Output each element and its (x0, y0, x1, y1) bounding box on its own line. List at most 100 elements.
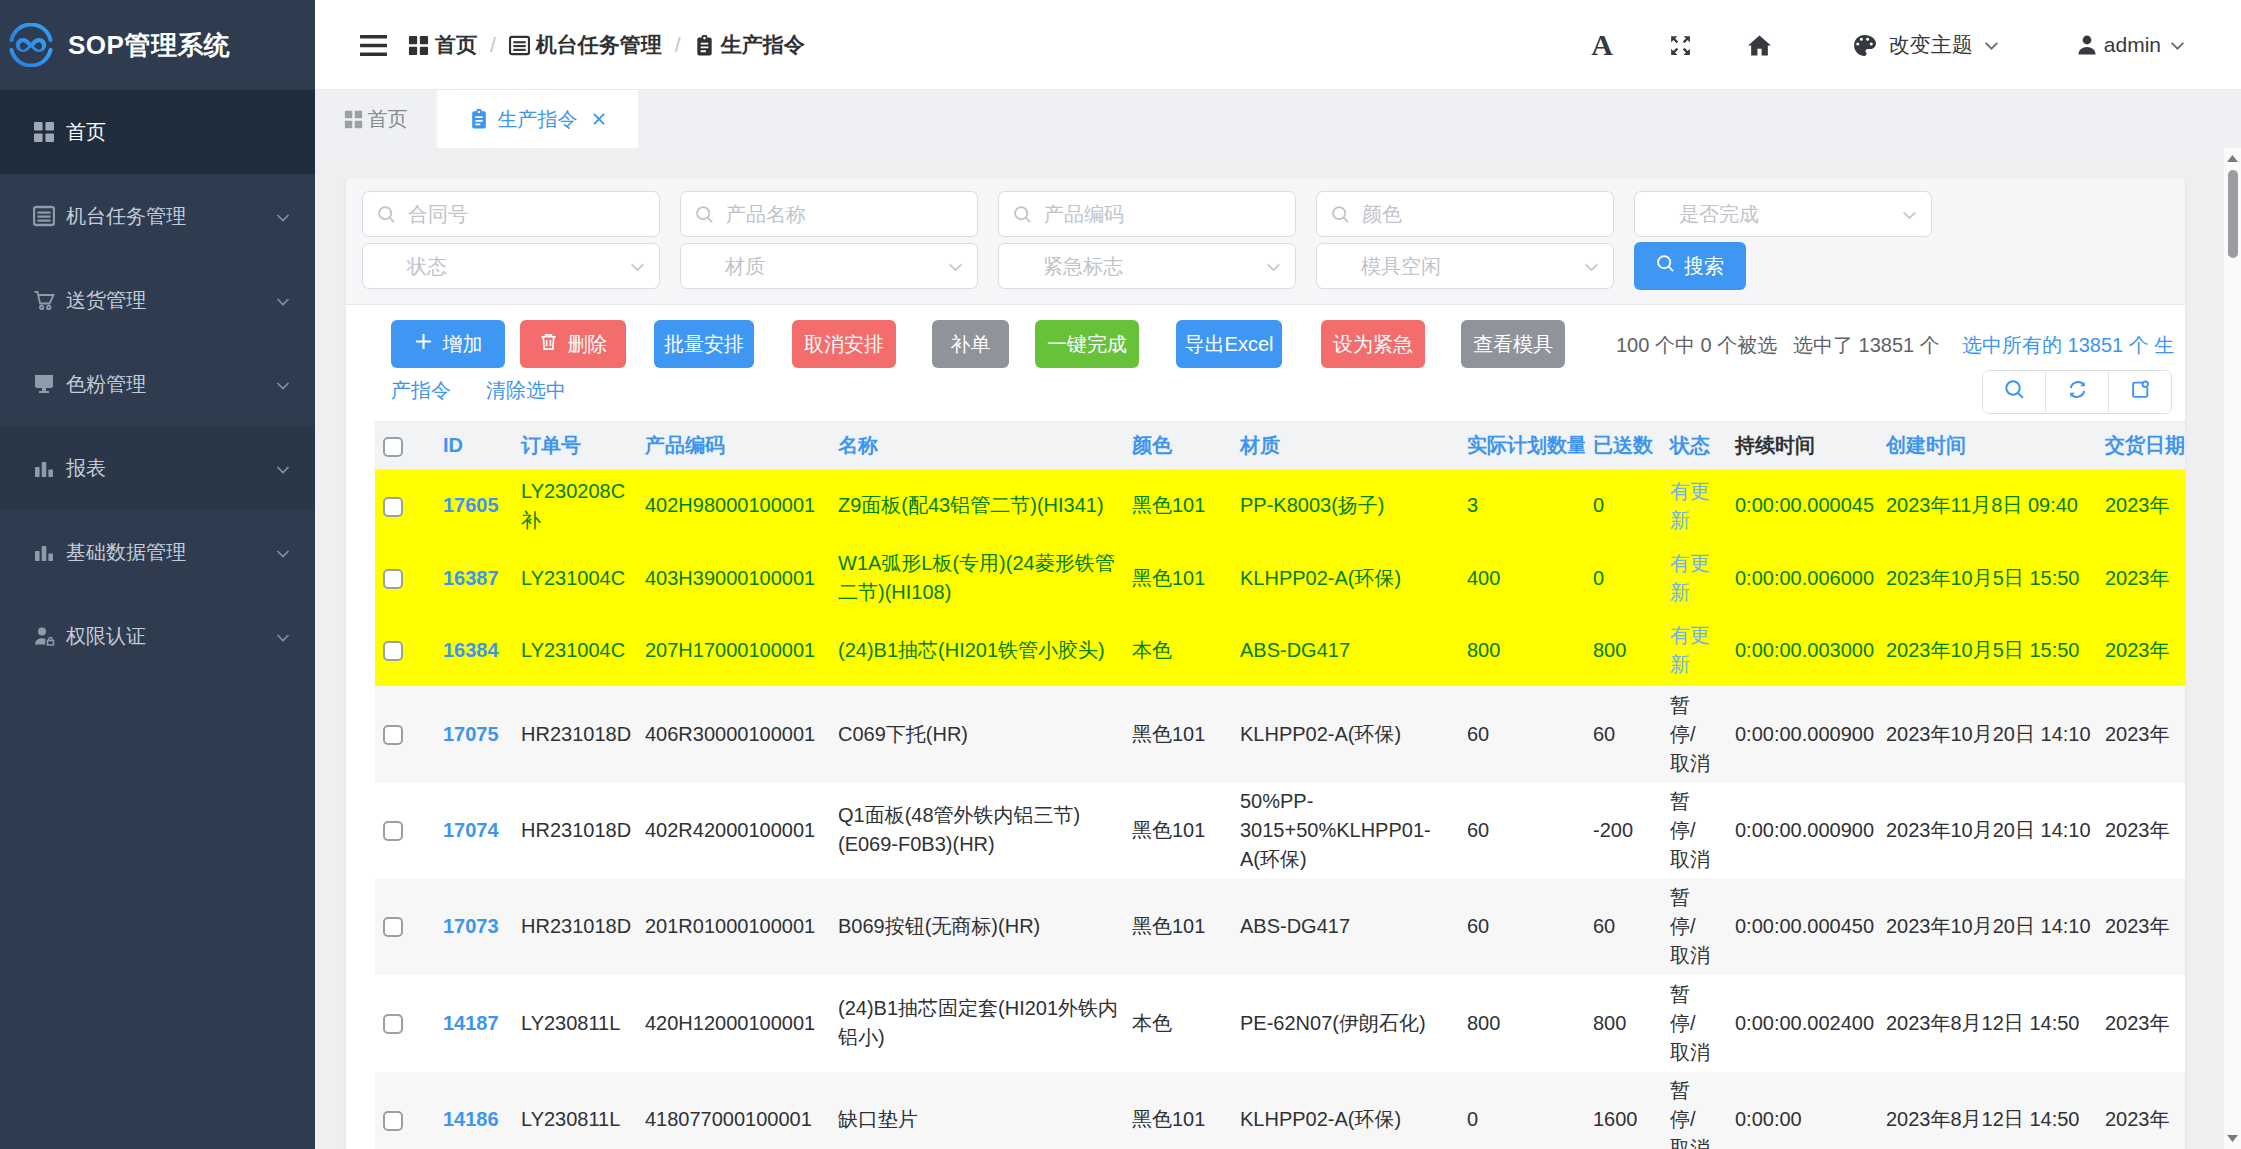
sidebar-item-1[interactable]: 机台任务管理 (0, 174, 315, 258)
plus-icon (414, 332, 443, 356)
cell-color: 本色 (1124, 975, 1232, 1072)
clear-selected-link[interactable]: 清除选中 (486, 377, 566, 404)
cell-id[interactable]: 17075 (435, 686, 513, 783)
column-header-4[interactable]: 名称 (830, 422, 1124, 470)
row-checkbox[interactable] (383, 497, 403, 517)
scroll-up-arrow-icon[interactable] (2224, 150, 2241, 167)
sidebar-item-5[interactable]: 基础数据管理 (0, 510, 315, 594)
toolbar-button-label: 查看模具 (1473, 331, 1553, 358)
cell-status[interactable]: 有更 新 (1662, 615, 1727, 686)
column-header-6[interactable]: 材质 (1232, 422, 1459, 470)
filter-input-1[interactable]: 产品名称 (680, 191, 978, 237)
column-header-5[interactable]: 颜色 (1124, 422, 1232, 470)
vertical-scrollbar[interactable] (2224, 148, 2241, 1149)
row-checkbox[interactable] (383, 1014, 403, 1034)
filter-select-2[interactable]: 紧急标志 (998, 243, 1296, 289)
column-header-9[interactable]: 状态 (1662, 422, 1727, 470)
toolbar-button-7[interactable]: 设为紧急 (1321, 320, 1425, 368)
select-placeholder: 紧急标志 (1043, 253, 1123, 280)
column-header-3[interactable]: 产品编码 (637, 422, 830, 470)
table-tool-search-button[interactable] (1983, 371, 2045, 413)
toolbar-button-3[interactable]: 取消安排 (792, 320, 896, 368)
column-header-1[interactable]: ID (435, 422, 513, 470)
select-all-link[interactable]: 选中所有的 13851 个 生 (1962, 332, 2174, 359)
row-checkbox[interactable] (383, 641, 403, 661)
filter-select-0[interactable]: 状态 (362, 243, 660, 289)
cell-name: Z9面板(配43铝管二节)(HI341) (830, 470, 1124, 542)
toolbar-button-8[interactable]: 查看模具 (1461, 320, 1565, 368)
search-icon (2004, 379, 2025, 405)
cell-id[interactable]: 16387 (435, 542, 513, 615)
toolbar-button-4[interactable]: 补单 (932, 320, 1009, 368)
font-size-tool[interactable]: A (1591, 28, 1613, 62)
search-button[interactable]: 搜索 (1634, 242, 1746, 290)
cell-status[interactable]: 有更 新 (1662, 470, 1727, 542)
hamburger-icon[interactable] (345, 17, 401, 73)
column-header-2[interactable]: 订单号 (513, 422, 637, 470)
cell-id[interactable]: 17605 (435, 470, 513, 542)
row-checkbox[interactable] (383, 725, 403, 745)
breadcrumb-item-2[interactable]: 生产指令 (694, 31, 805, 59)
select-all-checkbox[interactable] (383, 437, 403, 457)
row-checkbox-cell (375, 783, 435, 878)
cell-id[interactable]: 14187 (435, 975, 513, 1072)
filter-select-3[interactable]: 模具空闲 (1316, 243, 1614, 289)
app-title: SOP管理系统 (68, 28, 230, 63)
toolbar-button-5[interactable]: 一键完成 (1035, 320, 1139, 368)
theme-switcher[interactable]: 改变主题 (1852, 31, 2000, 59)
cell-product_code: 402R42000100001 (637, 783, 830, 878)
home-icon[interactable] (1747, 33, 1772, 58)
toolbar-button-0[interactable]: 增加 (391, 320, 505, 368)
cell-id[interactable]: 17073 (435, 878, 513, 975)
toolbar-button-2[interactable]: 批量安排 (654, 320, 754, 368)
sidebar-item-0[interactable]: 首页 (0, 90, 315, 174)
username: admin (2104, 33, 2161, 57)
sidebar-item-4[interactable]: 报表 (0, 426, 315, 510)
cell-id[interactable]: 16384 (435, 615, 513, 686)
filter-input-2[interactable]: 产品编码 (998, 191, 1296, 237)
sidebar-item-3[interactable]: 色粉管理 (0, 342, 315, 426)
cell-id[interactable]: 17074 (435, 783, 513, 878)
user-menu[interactable]: admin (2075, 33, 2186, 57)
cell-id[interactable]: 14186 (435, 1072, 513, 1149)
toolbar-button-1[interactable]: 删除 (520, 320, 626, 368)
cell-delivery_date: 2023年 (2097, 783, 2185, 878)
cell-duration: 0:00:00.000450 (1727, 878, 1878, 975)
select-all-link-wrap[interactable]: 产指令 (391, 377, 451, 404)
column-header-11[interactable]: 创建时间 (1878, 422, 2097, 470)
selected-on-page-text: 100 个中 0 个被选 (1616, 332, 1777, 359)
sidebar-item-6[interactable]: 权限认证 (0, 594, 315, 678)
table-tool-export-button[interactable] (2108, 371, 2171, 413)
row-checkbox[interactable] (383, 1111, 403, 1131)
row-checkbox[interactable] (383, 569, 403, 589)
scrollbar-thumb[interactable] (2228, 170, 2238, 258)
filter-select-1[interactable]: 材质 (680, 243, 978, 289)
filter-input-0[interactable]: 合同号 (362, 191, 660, 237)
breadcrumb-item-0[interactable]: 首页 (408, 31, 477, 59)
toolbar-button-label: 一键完成 (1047, 331, 1127, 358)
sidebar-item-2[interactable]: 送货管理 (0, 258, 315, 342)
table-body: 17605LY230208C 补402H98000100001Z9面板(配43铝… (375, 470, 2185, 1149)
tab-0[interactable]: 首页 (315, 90, 437, 148)
table-tool-refresh-button[interactable] (2045, 371, 2108, 413)
column-header-7[interactable]: 实际计划数量 (1459, 422, 1585, 470)
tab-1[interactable]: 生产指令 (438, 90, 638, 148)
row-checkbox[interactable] (383, 917, 403, 937)
row-checkbox[interactable] (383, 821, 403, 841)
filter-select-done[interactable]: 是否完成 (1634, 191, 1932, 237)
filter-panel: 合同号产品名称产品编码颜色是否完成状态材质 紧急标志 模具空闲搜索 (346, 178, 2185, 305)
fullscreen-icon[interactable] (1668, 33, 1693, 58)
cell-delivered_qty: 1600 (1585, 1072, 1662, 1149)
column-header-10[interactable]: 持续时间 (1727, 422, 1878, 470)
cell-status[interactable]: 有更 新 (1662, 542, 1727, 615)
column-header-8[interactable]: 已送数 (1585, 422, 1662, 470)
toolbar-button-6[interactable]: 导出Excel (1176, 320, 1282, 368)
select-all-checkbox-header (375, 422, 435, 470)
breadcrumb-item-1[interactable]: 机台任务管理 (509, 31, 662, 59)
column-header-12[interactable]: 交货日期 (2097, 422, 2185, 470)
toolbar-button-label: 导出Excel (1185, 331, 1274, 358)
cell-planned_qty: 0 (1459, 1072, 1585, 1149)
filter-input-3[interactable]: 颜色 (1316, 191, 1614, 237)
theme-label: 改变主题 (1889, 31, 1973, 59)
scroll-down-arrow-icon[interactable] (2224, 1130, 2241, 1147)
